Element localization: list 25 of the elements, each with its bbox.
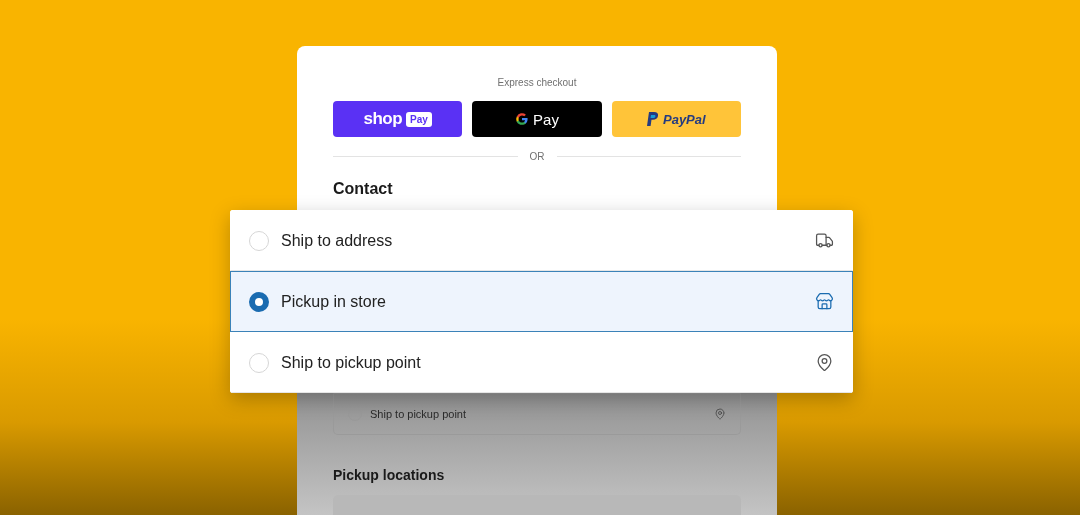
option-label: Ship to pickup point — [281, 353, 422, 372]
pay-badge: Pay — [406, 111, 432, 127]
truck-icon — [815, 231, 834, 250]
or-divider-text: OR — [529, 151, 545, 162]
delivery-option[interactable]: Pickup in store — [230, 271, 853, 332]
paypal-p-icon — [647, 112, 659, 126]
pickup-locations-heading: Pickup locations — [333, 467, 446, 483]
delivery-option[interactable]: Ship to address — [230, 210, 853, 271]
map-pin-icon — [815, 353, 834, 372]
radio-button[interactable] — [249, 291, 269, 312]
pay-wordmark: Pay — [533, 110, 559, 128]
shop-pay-button[interactable]: shop Pay — [333, 101, 463, 137]
option-label: Ship to address — [281, 231, 394, 250]
contact-heading: Contact — [333, 180, 394, 198]
option-label: Ship to pickup point — [370, 408, 467, 420]
g-logo-icon — [515, 112, 530, 126]
paypal-wordmark: PayPal — [663, 111, 706, 127]
express-checkout-label: Express checkout — [496, 76, 578, 90]
paypal-button[interactable]: PayPal — [611, 101, 741, 137]
google-pay-button[interactable]: Pay — [472, 101, 602, 137]
option-label: Pickup in store — [281, 292, 387, 311]
store-icon — [815, 292, 834, 311]
map-pin-icon — [714, 408, 726, 420]
shop-wordmark: shop — [363, 109, 403, 129]
delivery-option[interactable]: Ship to pickup point — [230, 332, 853, 393]
